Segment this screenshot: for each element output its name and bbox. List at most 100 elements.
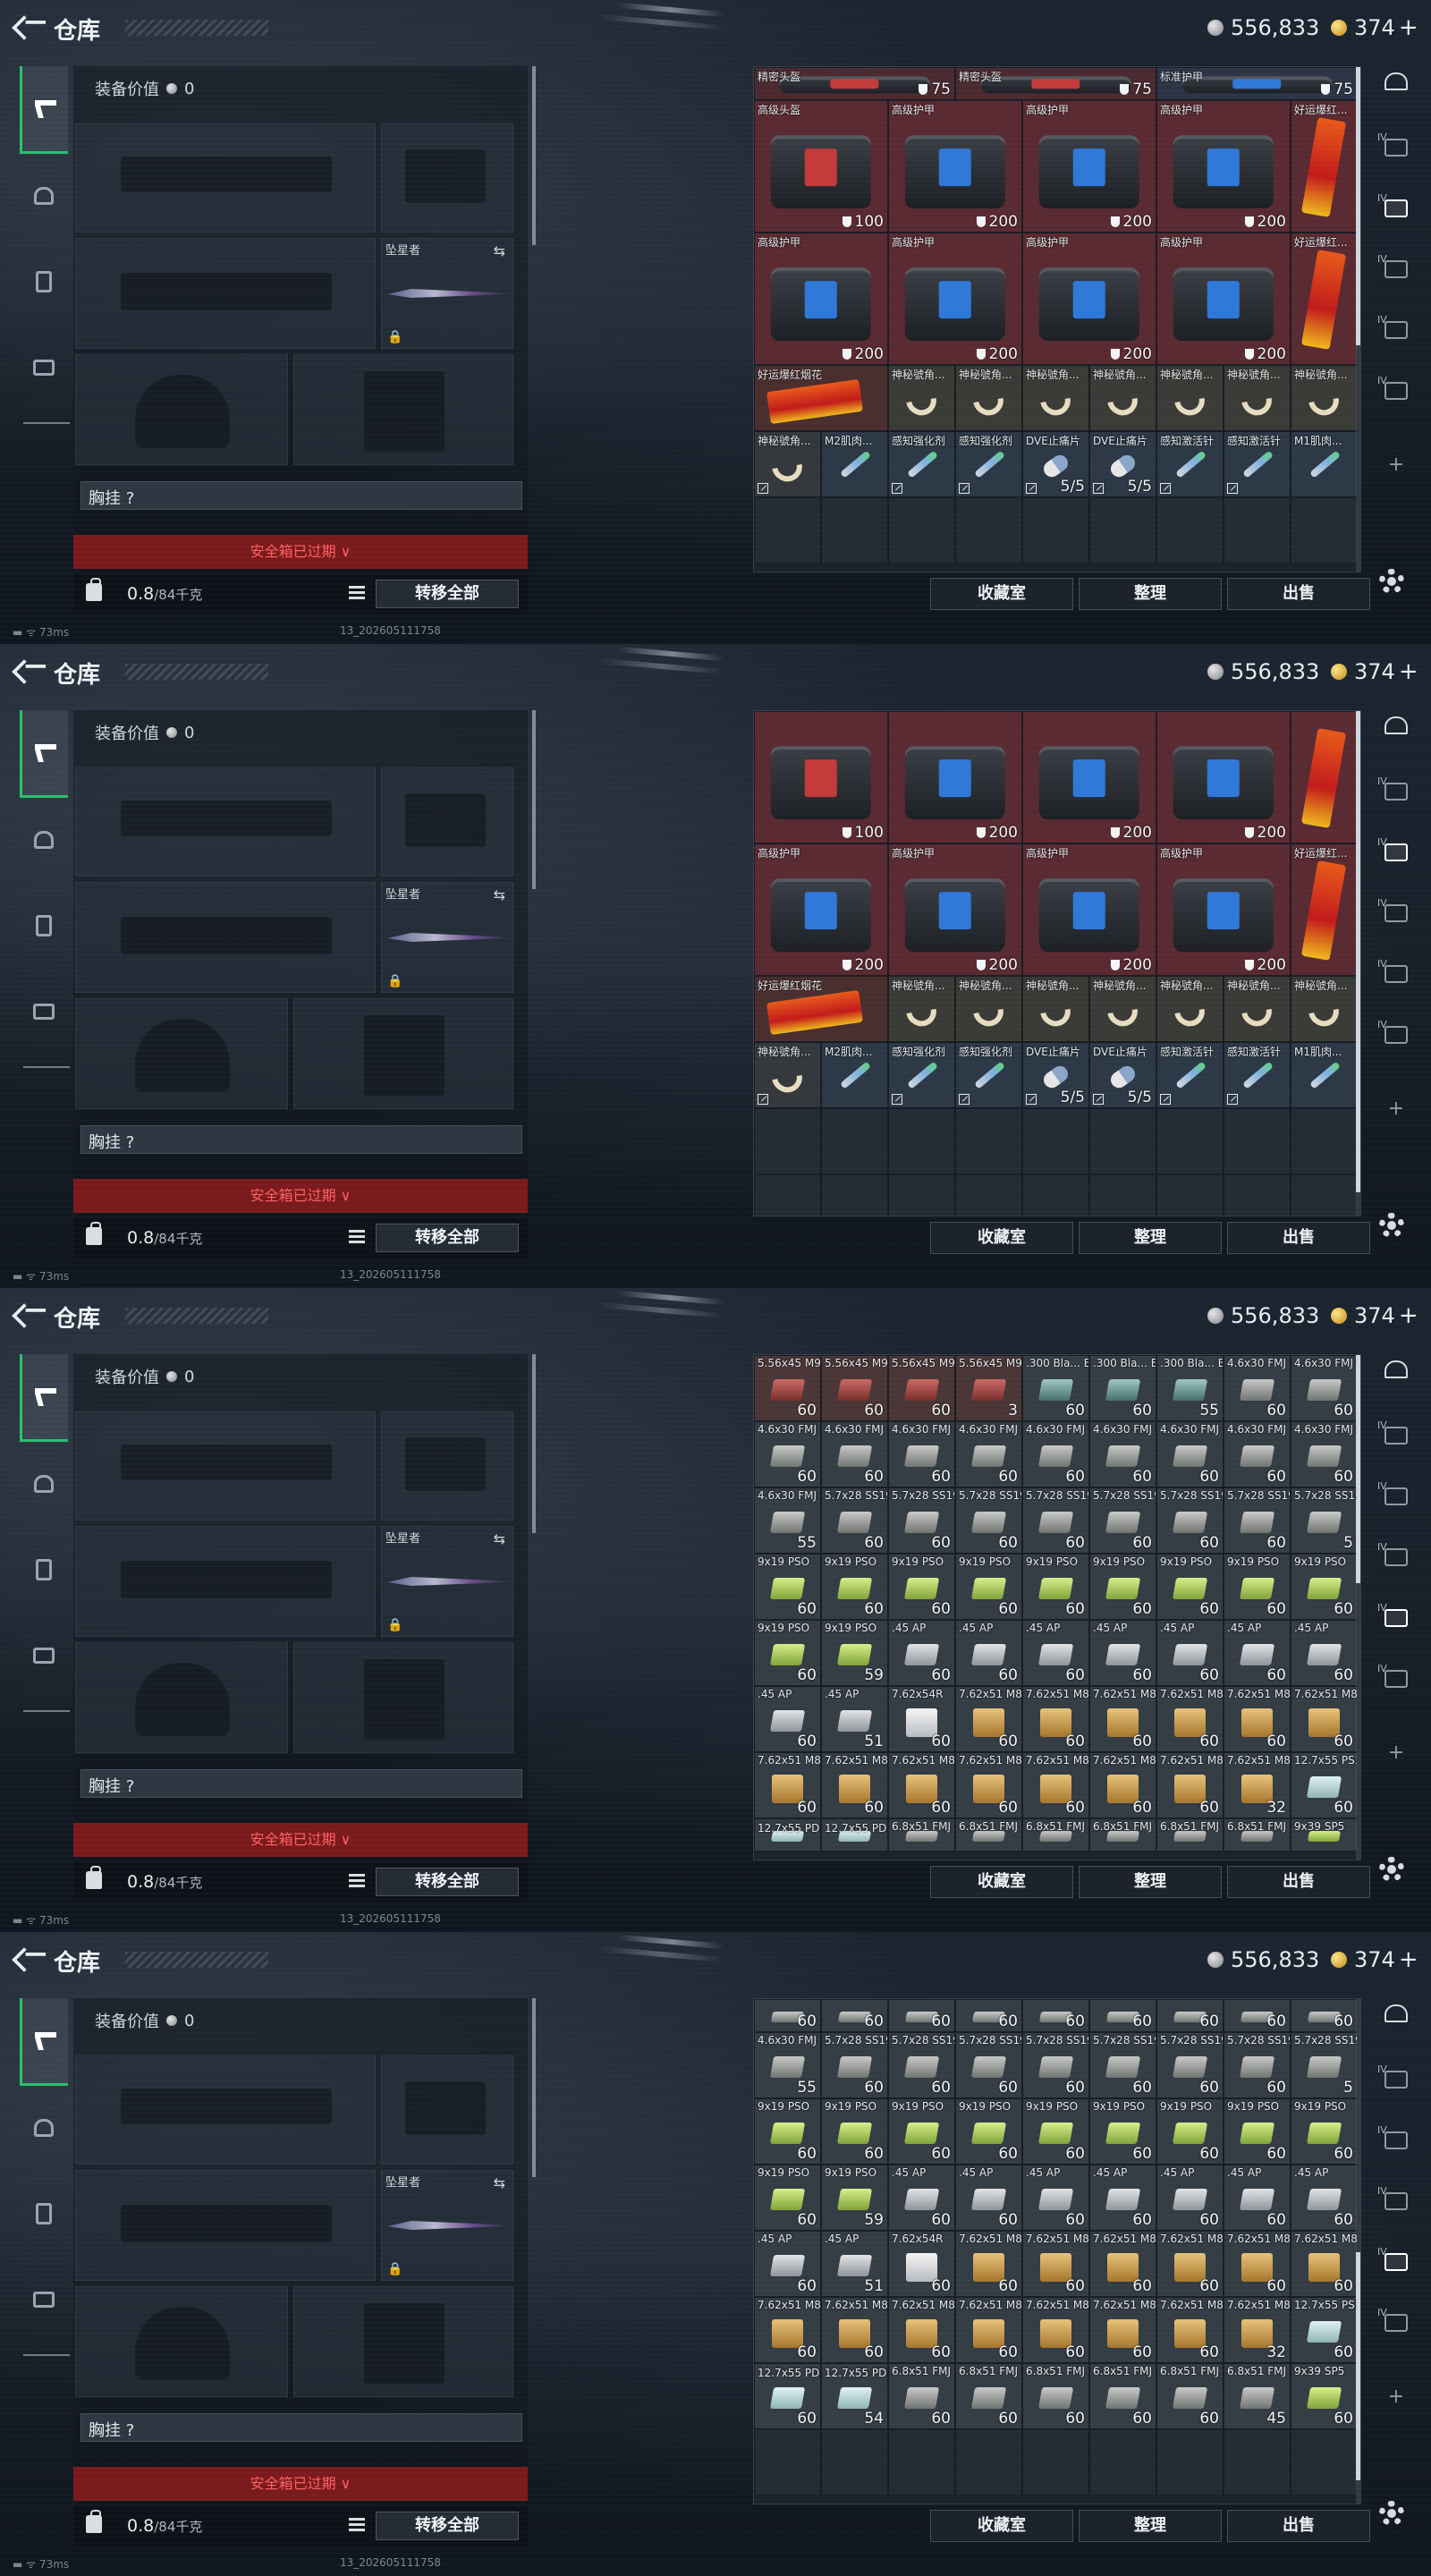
back-arrow-icon[interactable]: [12, 659, 37, 684]
stash-item[interactable]: 9x19 PSO 60: [1156, 2098, 1224, 2165]
stash-item[interactable]: M2肌肉...: [821, 431, 888, 497]
gear-icon[interactable]: [1379, 1857, 1404, 1882]
chest-rig-slot[interactable]: 胸挂 ?: [80, 1125, 522, 1154]
stash-item[interactable]: .45 AP 60: [1291, 1620, 1358, 1686]
stash-item[interactable]: 神秘號角...: [754, 431, 821, 497]
stash-item[interactable]: 7.62x51 M80 60: [888, 2297, 955, 2363]
stash-item[interactable]: 9x19 PSO 60: [888, 1554, 955, 1620]
rail-stash-tab[interactable]: IV: [1377, 897, 1413, 928]
stash-item[interactable]: 7.62x54R 60: [888, 1686, 955, 1752]
stash-item[interactable]: 60: [1291, 1999, 1358, 2032]
stash-item[interactable]: 5.56x45 M995 60: [754, 1355, 821, 1421]
stash-item[interactable]: 5.7x28 SS198 60: [1224, 1487, 1291, 1554]
pistol-slot[interactable]: [381, 1411, 513, 1521]
stash-item[interactable]: 5.7x28 SS198 60: [955, 2032, 1022, 2098]
stash-item[interactable]: 9x39 SP5 60: [1291, 2363, 1358, 2429]
sell-button[interactable]: 出售: [1227, 1222, 1370, 1254]
rail-add-button[interactable]: +: [1379, 1093, 1413, 1123]
stash-item[interactable]: 神秘號角...: [955, 365, 1022, 431]
empty-stash-cell[interactable]: [754, 2429, 821, 2496]
stash-item[interactable]: 神秘號角...: [1224, 976, 1291, 1042]
empty-stash-cell[interactable]: [1156, 1108, 1224, 1174]
stash-item[interactable]: 5.7x28 SS198 60: [1156, 2032, 1224, 2098]
stash-item[interactable]: 5.7x28 SS198 60: [955, 1487, 1022, 1554]
stash-scrollbar[interactable]: [1356, 67, 1360, 572]
add-gold-icon[interactable]: +: [1399, 658, 1418, 685]
pistol-slot[interactable]: [381, 2055, 513, 2165]
stash-item[interactable]: .45 AP 51: [821, 2231, 888, 2297]
stash-item[interactable]: 6.8x51 FMJ: [1089, 1818, 1156, 1852]
tab-armor[interactable]: [20, 902, 68, 950]
stash-item[interactable]: 12.7x55 PD高斗头: [754, 1818, 821, 1852]
empty-stash-cell[interactable]: [1156, 2429, 1224, 2496]
stash-item[interactable]: 5.56x45 M995 3: [955, 1355, 1022, 1421]
stash-item[interactable]: 9x19 PSO 60: [754, 2165, 821, 2231]
stash-item[interactable]: .45 AP 60: [1291, 2165, 1358, 2231]
stash-item[interactable]: 神秘號角...: [1224, 365, 1291, 431]
empty-stash-cell[interactable]: [1291, 2429, 1358, 2496]
stash-item[interactable]: 60: [1022, 1999, 1089, 2032]
transfer-all-button[interactable]: 转移全部: [376, 1868, 519, 1896]
stash-item[interactable]: .45 AP 60: [888, 2165, 955, 2231]
stash-item[interactable]: .300 Bla... BCP FMJ 55: [1156, 1355, 1224, 1421]
rail-home-button[interactable]: [1379, 66, 1413, 97]
secondary-weapon-slot[interactable]: [75, 238, 376, 349]
rail-stash-tab[interactable]: IV: [1377, 1480, 1413, 1512]
stash-item[interactable]: 4.6x30 FMJ SX 60: [888, 1421, 955, 1487]
stash-item[interactable]: 60: [1089, 1999, 1156, 2032]
rail-stash-tab[interactable]: IV: [1377, 1019, 1413, 1050]
rail-add-button[interactable]: +: [1379, 449, 1413, 479]
stash-item[interactable]: 5.7x28 SS198 60: [1022, 1487, 1089, 1554]
stash-item[interactable]: 精密头盔 75: [754, 67, 955, 100]
pistol-slot[interactable]: [381, 767, 513, 877]
empty-stash-cell[interactable]: [1022, 2429, 1089, 2496]
stash-item[interactable]: 5.7x28 SS198 60: [888, 2032, 955, 2098]
safe-box-expired-banner[interactable]: 安全箱已过期 ∨: [73, 535, 528, 569]
tab-helmet[interactable]: [20, 2104, 68, 2152]
stash-item[interactable]: 9x39 SP5: [1291, 1818, 1358, 1852]
gold-currency[interactable]: 374 +: [1331, 1946, 1418, 1973]
stash-item[interactable]: 精密头盔 75: [955, 67, 1156, 100]
list-icon[interactable]: [349, 1874, 365, 1888]
stash-item[interactable]: 感知激活针: [1156, 1042, 1224, 1108]
empty-stash-cell[interactable]: [888, 2429, 955, 2496]
empty-stash-cell[interactable]: [1224, 1174, 1291, 1216]
stash-item[interactable]: 7.62x51 M80 60: [955, 2231, 1022, 2297]
empty-stash-cell[interactable]: [888, 1108, 955, 1174]
helmet-slot[interactable]: [75, 1642, 288, 1753]
stash-item[interactable]: 5.7x28 SS198 60: [821, 1487, 888, 1554]
rail-stash-tab[interactable]: IV: [1377, 775, 1413, 807]
list-icon[interactable]: [349, 586, 365, 600]
collection-button[interactable]: 收藏室: [930, 2510, 1073, 2542]
stash-item[interactable]: 9x19 PSO 60: [1224, 2098, 1291, 2165]
primary-weapon-slot[interactable]: [75, 123, 376, 233]
stash-item[interactable]: 12.7x55 PS12 60: [1291, 1752, 1358, 1818]
stash-item[interactable]: 9x19 PSO 59: [821, 2165, 888, 2231]
stash-item[interactable]: M1肌肉...: [1291, 431, 1358, 497]
tab-backpack[interactable]: [20, 2275, 68, 2324]
swap-icon[interactable]: ⇆: [494, 2174, 505, 2191]
stash-item[interactable]: 7.62x51 M80 60: [1089, 2297, 1156, 2363]
stash-item[interactable]: 5.56x45 M995 60: [821, 1355, 888, 1421]
stash-item[interactable]: 6.8x51 FMJ 60: [888, 2363, 955, 2429]
rail-stash-tab[interactable]: IV: [1377, 375, 1413, 406]
secondary-weapon-slot[interactable]: [75, 1526, 376, 1637]
stash-item[interactable]: 5.56x45 M995 60: [888, 1355, 955, 1421]
melee-slot[interactable]: 坠星者 ⇆ 🔒: [381, 2170, 513, 2281]
melee-slot[interactable]: 坠星者 ⇆ 🔒: [381, 238, 513, 349]
tab-armor[interactable]: [20, 2190, 68, 2238]
empty-stash-cell[interactable]: [955, 497, 1022, 564]
stash-item[interactable]: 9x19 PSO 60: [754, 1620, 821, 1686]
stash-item[interactable]: 神秘號角...: [1156, 365, 1224, 431]
add-gold-icon[interactable]: +: [1399, 1946, 1418, 1973]
helmet-slot[interactable]: [75, 354, 288, 465]
stash-item[interactable]: 神秘號角...: [1089, 365, 1156, 431]
stash-item[interactable]: 6.8x51 FMJ: [1224, 1818, 1291, 1852]
empty-stash-cell[interactable]: [754, 497, 821, 564]
stash-item[interactable]: 60: [1224, 1999, 1291, 2032]
loadout-scrollbar[interactable]: [532, 1998, 536, 2177]
safe-box-expired-banner[interactable]: 安全箱已过期 ∨: [73, 1823, 528, 1857]
collection-button[interactable]: 收藏室: [930, 1222, 1073, 1254]
rail-stash-tab[interactable]: IV: [1377, 958, 1413, 989]
empty-stash-cell[interactable]: [1224, 1108, 1291, 1174]
